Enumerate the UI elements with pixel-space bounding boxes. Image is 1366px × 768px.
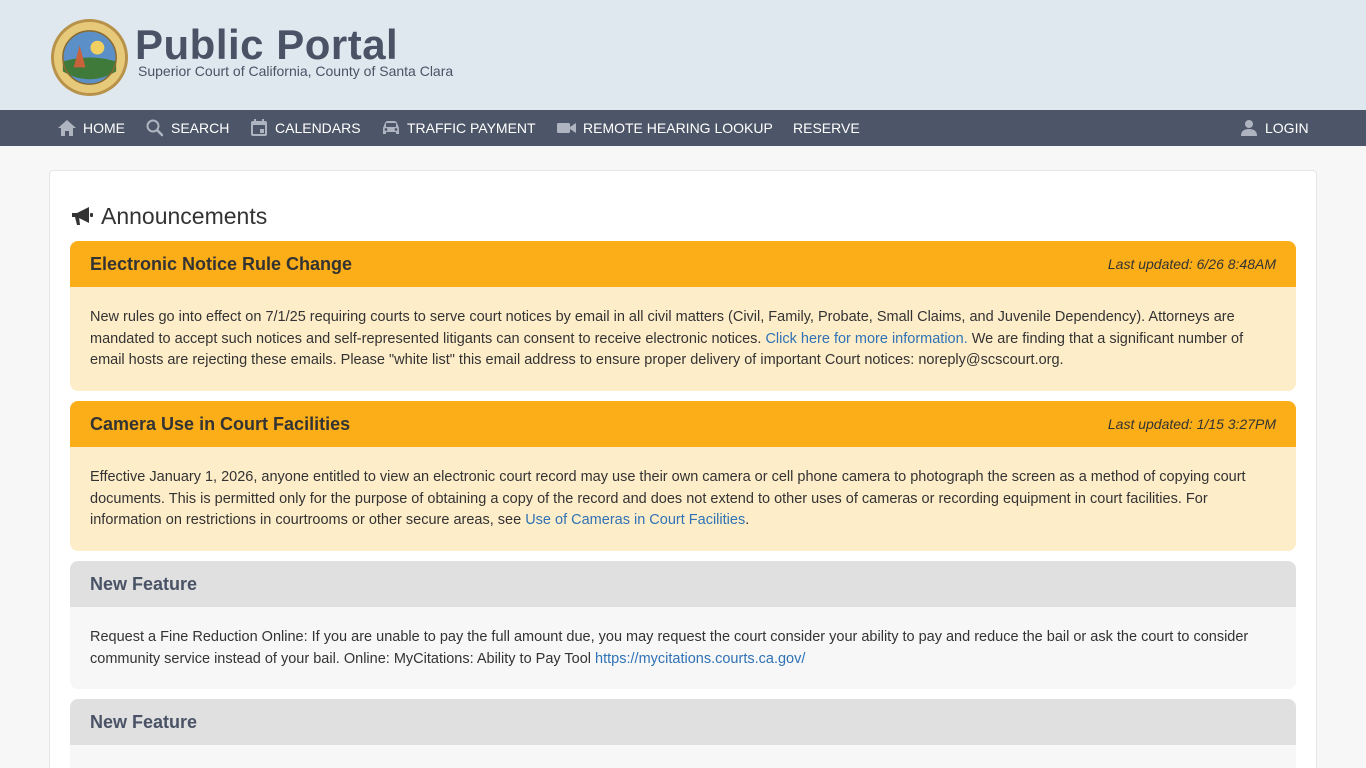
nav-reserve-label: RESERVE [793, 120, 860, 136]
card-body: Effective January 1, 2026, anyone entitl… [70, 447, 1296, 551]
announcement-card-new-feature-2: New Feature [70, 699, 1296, 768]
card-updated: Last updated: 6/26 8:48AM [1107, 256, 1276, 272]
nav-home-label: HOME [83, 120, 125, 136]
nav-login-label: LOGIN [1265, 120, 1309, 136]
site-header: Public Portal Superior Court of Californ… [0, 0, 1366, 110]
card-header: New Feature [70, 561, 1296, 607]
card-header: Camera Use in Court Facilities Last upda… [70, 401, 1296, 447]
nav-calendars-label: CALENDARS [275, 120, 361, 136]
portal-title[interactable]: Public Portal [135, 22, 398, 68]
card-body [70, 745, 1296, 768]
video-camera-icon [557, 123, 576, 133]
card-title: Electronic Notice Rule Change [90, 253, 353, 274]
megaphone-icon [72, 207, 93, 225]
card-body: Request a Fine Reduction Online: If you … [70, 607, 1296, 689]
nav-search-label: SEARCH [171, 120, 230, 136]
calendar-icon [251, 119, 267, 136]
court-seal-logo[interactable] [50, 18, 129, 97]
portal-subtitle: Superior Court of California, County of … [138, 63, 454, 79]
card-updated: Last updated: 1/15 3:27PM [1107, 416, 1276, 432]
car-icon [383, 121, 399, 134]
announcement-card-new-feature: New Feature Request a Fine Reduction Onl… [70, 561, 1296, 689]
card-body: New rules go into effect on 7/1/25 requi… [70, 287, 1296, 391]
nav-remote-hearing-lookup-label: REMOTE HEARING LOOKUP [583, 120, 773, 136]
nav-login[interactable]: LOGIN [1239, 110, 1309, 146]
nav-calendars[interactable]: CALENDARS [249, 110, 361, 146]
main-nav: HOME SEARCH CALENDARS TRAFFIC PAYMENT RE… [0, 110, 1366, 146]
user-icon [1241, 120, 1257, 136]
card-title: New Feature [90, 573, 198, 594]
nav-home[interactable]: HOME [57, 110, 125, 146]
announcement-card-electronic-notice: Electronic Notice Rule Change Last updat… [70, 241, 1296, 391]
card-title: Camera Use in Court Facilities [90, 413, 351, 434]
nav-traffic-payment[interactable]: TRAFFIC PAYMENT [381, 110, 536, 146]
home-icon [58, 120, 76, 136]
mycitations-link[interactable]: https://mycitations.courts.ca.gov/ [595, 651, 805, 667]
card-title: New Feature [90, 711, 198, 732]
card-header: New Feature [70, 699, 1296, 745]
more-information-link[interactable]: Click here for more information. [765, 331, 967, 347]
nav-search[interactable]: SEARCH [145, 110, 229, 146]
nav-traffic-payment-label: TRAFFIC PAYMENT [407, 120, 536, 136]
nav-remote-hearing-lookup[interactable]: REMOTE HEARING LOOKUP [556, 110, 773, 146]
announcement-card-camera-use: Camera Use in Court Facilities Last upda… [70, 401, 1296, 551]
card-header: Electronic Notice Rule Change Last updat… [70, 241, 1296, 287]
search-icon [146, 119, 164, 137]
announcements-heading: Announcements [70, 202, 267, 230]
nav-reserve[interactable]: RESERVE [793, 110, 860, 146]
cameras-policy-link[interactable]: Use of Cameras in Court Facilities [525, 512, 745, 528]
announcements-title: Announcements [101, 202, 268, 229]
card-text: . [745, 512, 750, 528]
